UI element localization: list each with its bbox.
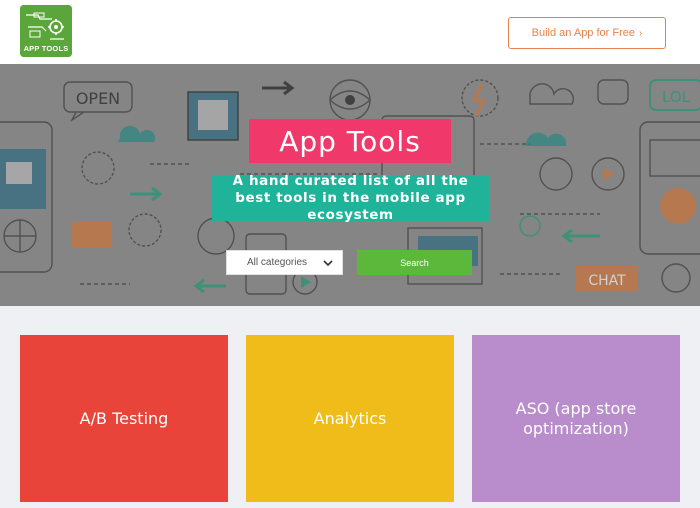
build-app-button[interactable]: Build an App for Free › xyxy=(508,17,666,49)
category-grid: A/B Testing Analytics ASO (app store opt… xyxy=(0,306,700,508)
category-select[interactable]: All categories xyxy=(226,250,343,275)
category-card-aso[interactable]: ASO (app store optimization) xyxy=(472,335,680,502)
search-button[interactable]: Search xyxy=(357,250,472,275)
category-select-value: All categories xyxy=(247,257,308,268)
build-app-label: Build an App for Free xyxy=(531,27,635,39)
category-card-ab-testing[interactable]: A/B Testing xyxy=(20,335,228,502)
hero-subtitle: A hand curated list of all the best tool… xyxy=(212,173,489,223)
chevron-right-icon: › xyxy=(639,27,643,39)
app-tools-logo[interactable]: APP TOOLS xyxy=(20,5,72,57)
category-card-analytics[interactable]: Analytics xyxy=(246,335,454,502)
logo-text: APP TOOLS xyxy=(23,44,69,53)
chevron-down-icon xyxy=(323,260,333,267)
hero-title: App Tools xyxy=(249,119,451,163)
site-header: APP TOOLS Build an App for Free › xyxy=(0,0,700,64)
hero-banner: OPEN LOL CHAT App Tools A hand curated l… xyxy=(0,64,700,306)
